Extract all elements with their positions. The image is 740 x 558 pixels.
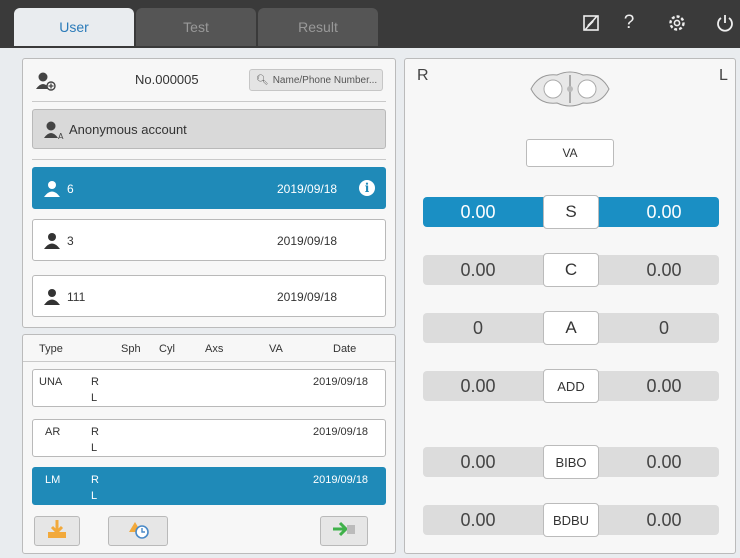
info-icon[interactable]: i	[359, 180, 375, 196]
record-type: AR	[45, 426, 61, 438]
user-header: No.000005 🔍︎ Name/Phone Number...	[23, 59, 395, 99]
sphere-key[interactable]: S	[543, 195, 599, 229]
user-name: 111	[67, 290, 86, 304]
user-icon	[43, 180, 61, 201]
record-eye-l: L	[91, 490, 98, 502]
bdbu-left-value[interactable]: 0.00	[619, 510, 709, 531]
user-icon	[43, 232, 61, 253]
bibo-left-value[interactable]: 0.00	[619, 452, 709, 473]
user-name: 6	[67, 182, 74, 196]
bdbu-row[interactable]: 0.00 BDBU 0.00	[423, 503, 719, 537]
anonymous-account-label: Anonymous account	[69, 122, 187, 137]
anonymous-user-icon: A	[43, 120, 65, 145]
record-date: 2019/09/18	[313, 376, 369, 388]
left-eye-label: L	[719, 67, 728, 84]
tab-user[interactable]: User	[14, 8, 134, 46]
user-row[interactable]: 3 2019/09/18	[32, 219, 386, 261]
top-bar: User Test Result ?	[0, 0, 740, 48]
power-icon[interactable]	[712, 10, 738, 36]
bibo-key[interactable]: BIBO	[543, 445, 599, 479]
record-row[interactable]: LM R L 2019/09/18	[32, 467, 386, 505]
cylinder-right-value[interactable]: 0.00	[433, 260, 523, 281]
user-date: 2019/09/18	[277, 182, 338, 196]
col-type: Type	[39, 343, 63, 355]
record-date: 2019/09/18	[313, 474, 369, 486]
tab-result[interactable]: Result	[258, 8, 378, 46]
user-date: 2019/09/18	[277, 290, 338, 304]
bibo-row[interactable]: 0.00 BIBO 0.00	[423, 445, 719, 479]
bdbu-key[interactable]: BDBU	[543, 503, 599, 537]
add-user-icon[interactable]	[35, 71, 57, 96]
record-date: 2019/09/18	[313, 426, 369, 438]
bibo-right-value[interactable]: 0.00	[433, 452, 523, 473]
axis-left-value[interactable]: 0	[619, 318, 709, 339]
record-eye-l: L	[91, 392, 98, 404]
add-left-value[interactable]: 0.00	[619, 376, 709, 397]
record-eye-r: R	[91, 474, 99, 486]
anonymous-account-button[interactable]: A Anonymous account	[32, 109, 386, 149]
divider	[32, 101, 386, 102]
record-type: LM	[45, 474, 61, 486]
user-icon	[43, 288, 61, 309]
settings-icon[interactable]	[664, 10, 690, 36]
search-icon: 🔍︎	[256, 74, 269, 86]
record-type: UNA	[39, 376, 63, 388]
bdbu-right-value[interactable]: 0.00	[433, 510, 523, 531]
add-key[interactable]: ADD	[543, 369, 599, 403]
sphere-row[interactable]: 0.00 S 0.00	[423, 195, 719, 229]
user-row[interactable]: 111 2019/09/18	[32, 275, 386, 317]
sphere-left-value[interactable]: 0.00	[619, 202, 709, 223]
tab-test[interactable]: Test	[136, 8, 256, 46]
measurement-panel: R L VA 0.00 S 0.00 0.00 C 0.00 0 A 0 0.0…	[404, 58, 736, 554]
col-date: Date	[333, 343, 357, 355]
record-row[interactable]: UNA R L 2019/09/18	[32, 369, 386, 407]
cylinder-row[interactable]: 0.00 C 0.00	[423, 253, 719, 287]
right-eye-label: R	[417, 67, 429, 84]
user-name: 3	[67, 234, 74, 248]
history-button[interactable]	[108, 516, 168, 546]
col-axs: Axs	[205, 343, 224, 355]
svg-text:A: A	[58, 132, 64, 140]
records-header: Type Sph Cyl Axs VA Date	[23, 335, 395, 362]
cylinder-left-value[interactable]: 0.00	[619, 260, 709, 281]
record-row[interactable]: AR R L 2019/09/18	[32, 419, 386, 457]
add-row[interactable]: 0.00 ADD 0.00	[423, 369, 719, 403]
axis-right-value[interactable]: 0	[433, 318, 523, 339]
va-button[interactable]: VA	[526, 139, 614, 167]
eyedropper-off-icon[interactable]	[578, 10, 604, 36]
axis-row[interactable]: 0 A 0	[423, 311, 719, 345]
help-icon[interactable]: ?	[616, 10, 642, 36]
user-date: 2019/09/18	[277, 234, 338, 248]
eye-icon	[529, 67, 611, 111]
export-button[interactable]	[320, 516, 368, 546]
user-row[interactable]: 6 2019/09/18 i	[32, 167, 386, 209]
import-icon	[45, 518, 69, 544]
import-button[interactable]	[34, 516, 80, 546]
record-eye-r: R	[91, 376, 99, 388]
col-sph: Sph	[121, 343, 141, 355]
sphere-right-value[interactable]: 0.00	[433, 202, 523, 223]
export-icon	[331, 518, 357, 544]
axis-key[interactable]: A	[543, 311, 599, 345]
cylinder-key[interactable]: C	[543, 253, 599, 287]
record-eye-l: L	[91, 442, 98, 454]
customer-number: No.000005	[135, 72, 199, 87]
add-right-value[interactable]: 0.00	[433, 376, 523, 397]
record-eye-r: R	[91, 426, 99, 438]
user-panel: No.000005 🔍︎ Name/Phone Number... A Anon…	[22, 58, 396, 328]
col-va: VA	[269, 343, 283, 355]
divider	[32, 159, 386, 160]
history-icon	[125, 518, 151, 544]
search-placeholder: Name/Phone Number...	[272, 74, 378, 86]
search-input[interactable]: 🔍︎ Name/Phone Number...	[249, 69, 383, 91]
col-cyl: Cyl	[159, 343, 175, 355]
